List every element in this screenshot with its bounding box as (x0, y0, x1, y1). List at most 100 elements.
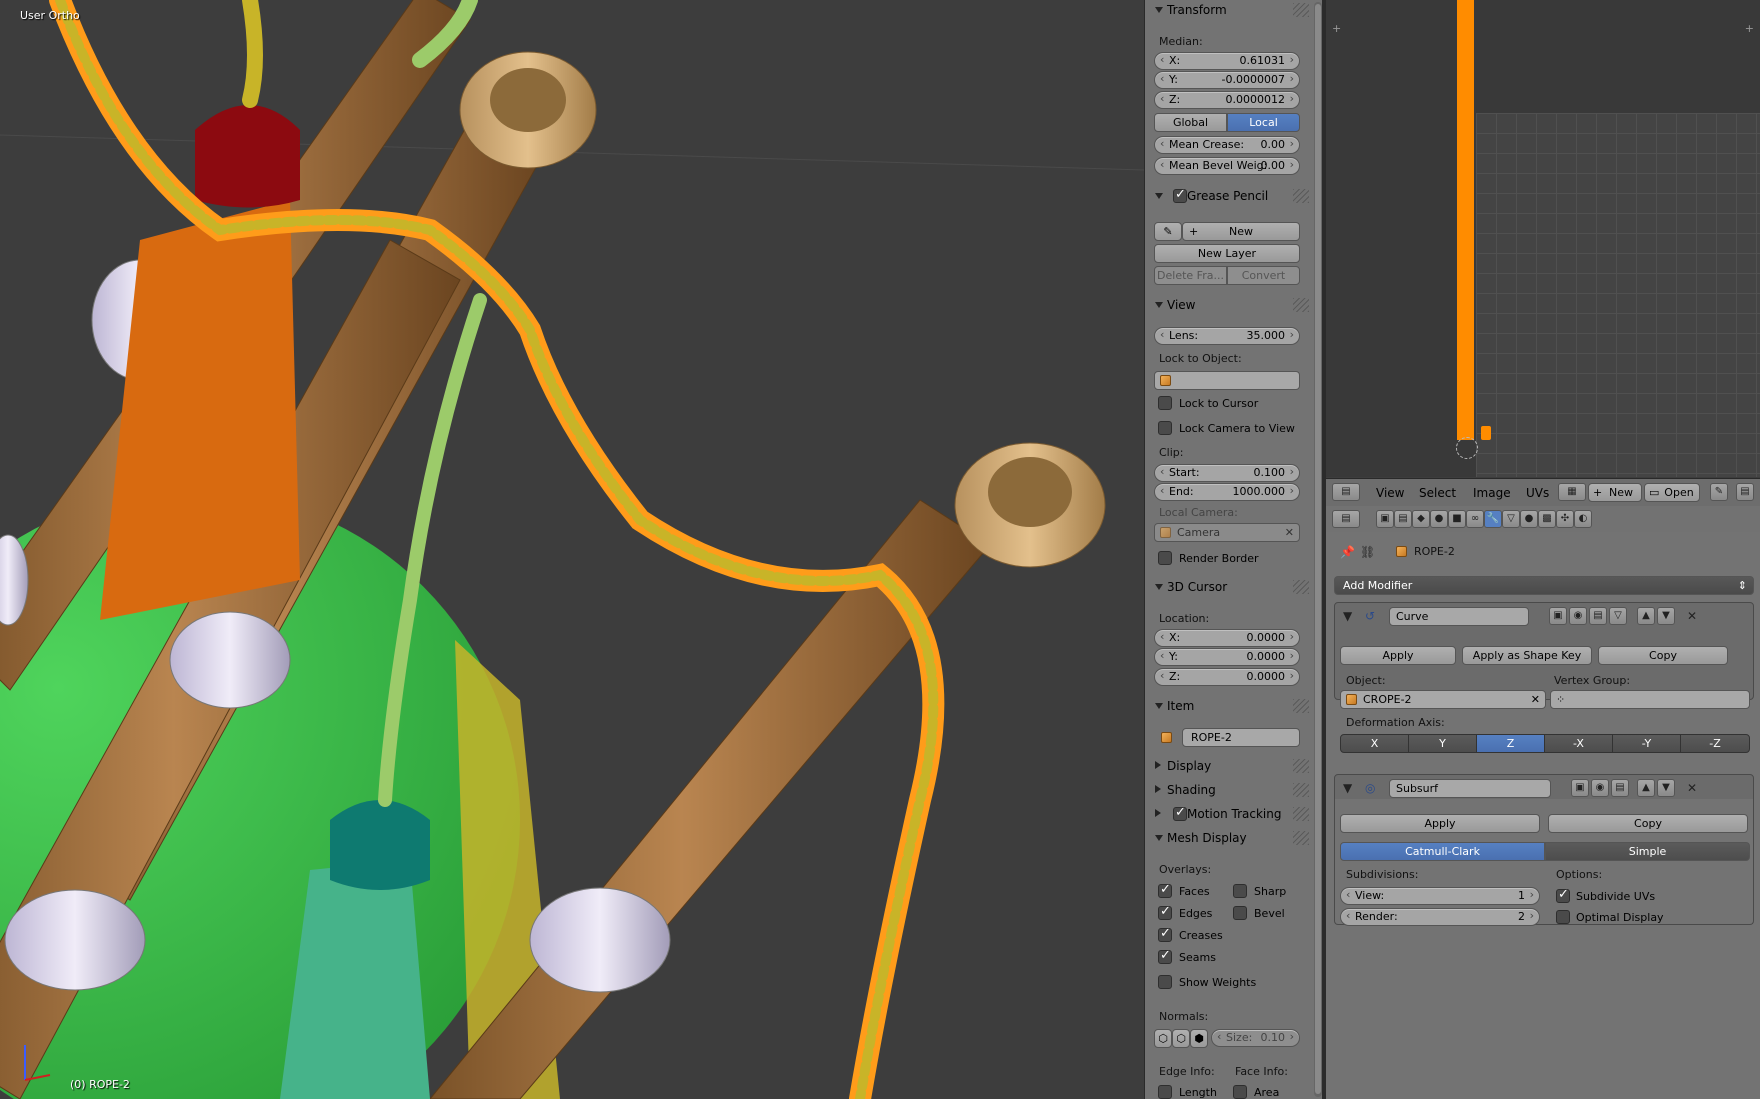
constraints-tab-icon[interactable]: ∞ (1466, 510, 1484, 528)
face-normals-icon[interactable]: ⬢ (1190, 1029, 1208, 1048)
editmode-toggle-icon[interactable]: ▤ (1589, 607, 1607, 625)
axis-neg-x-button[interactable]: -X (1544, 734, 1613, 753)
shelf-scrollbar[interactable] (1314, 2, 1322, 1097)
curve-object-field[interactable]: CROPE-2 ✕ (1340, 690, 1546, 709)
uv-select-menu[interactable]: Select (1419, 486, 1456, 500)
area-checkbox[interactable] (1233, 1085, 1247, 1099)
render-toggle-icon[interactable]: ▣ (1549, 607, 1567, 625)
clip-start-field[interactable]: Start:0.100 (1154, 464, 1300, 482)
curve-modifier-name-field[interactable]: Curve (1389, 607, 1529, 626)
open-image-button[interactable]: ▭ Open (1644, 483, 1700, 502)
curve-apply-button[interactable]: Apply (1340, 646, 1456, 665)
vertex-normals-icon[interactable]: ⬡ (1154, 1029, 1172, 1048)
curve-copy-button[interactable]: Copy (1598, 646, 1728, 665)
bevel-checkbox[interactable] (1233, 906, 1247, 920)
add-modifier-dropdown[interactable]: Add Modifier ⇕ (1334, 576, 1754, 595)
modifiers-tab-icon[interactable]: 🔧 (1484, 510, 1502, 528)
axis-neg-z-button[interactable]: -Z (1680, 734, 1750, 753)
data-tab-icon[interactable]: ▽ (1502, 510, 1520, 528)
editor-menu-icon[interactable]: ▤ (1736, 483, 1754, 501)
render-tab-icon[interactable]: ▣ (1376, 510, 1394, 528)
mean-bevel-field[interactable]: Mean Bevel Weig:0.00 (1154, 157, 1300, 175)
subsurf-modifier-name-field[interactable]: Subsurf (1389, 779, 1551, 798)
pin-icon[interactable]: 📌 (1340, 544, 1355, 560)
3d-cursor-panel-header[interactable]: 3D Cursor (1153, 577, 1309, 597)
median-z-field[interactable]: Z:0.0000012 (1154, 91, 1300, 109)
grease-pencil-datablock-icon[interactable]: ✎ (1154, 222, 1182, 241)
median-x-field[interactable]: X:0.61031 (1154, 52, 1300, 70)
physics-tab-icon[interactable]: ◐ (1574, 510, 1592, 528)
editor-type-icon[interactable]: ▤ (1332, 483, 1360, 501)
delete-frame-button[interactable]: Delete Fra... (1154, 266, 1227, 285)
edges-checkbox[interactable] (1158, 904, 1172, 920)
shading-panel-header[interactable]: Shading (1153, 780, 1309, 800)
pin-icon[interactable]: ✎ (1710, 483, 1728, 501)
convert-button[interactable]: Convert (1227, 266, 1300, 285)
lock-camera-checkbox[interactable] (1158, 421, 1172, 435)
mean-crease-field[interactable]: Mean Crease:0.00 (1154, 136, 1300, 154)
move-down-icon[interactable]: ▼ (1657, 779, 1675, 797)
realtime-toggle-icon[interactable]: ◉ (1591, 779, 1609, 797)
mesh-display-panel-header[interactable]: Mesh Display (1153, 828, 1309, 848)
item-panel-header[interactable]: Item (1153, 696, 1309, 716)
local-camera-field[interactable]: Camera ✕ (1154, 523, 1300, 542)
vertex-group-field[interactable]: ⁘ (1550, 690, 1750, 709)
view-panel-header[interactable]: View (1153, 295, 1309, 315)
creases-checkbox[interactable] (1158, 926, 1172, 942)
seams-checkbox[interactable] (1158, 948, 1172, 964)
transform-panel-header[interactable]: Transform (1153, 0, 1309, 20)
lock-to-cursor-checkbox[interactable] (1158, 396, 1172, 410)
collapse-arrow-icon[interactable]: ▼ (1343, 780, 1352, 796)
item-name-field[interactable]: ROPE-2 (1182, 728, 1300, 747)
local-toggle[interactable]: Local (1227, 113, 1300, 132)
sharp-checkbox[interactable] (1233, 884, 1247, 898)
collapse-arrow-icon[interactable]: ▼ (1343, 608, 1352, 624)
catmull-clark-toggle[interactable]: Catmull-Clark (1340, 842, 1545, 861)
cursor-x-field[interactable]: X:0.0000 (1154, 629, 1300, 647)
render-border-checkbox[interactable] (1158, 551, 1172, 565)
cursor-y-field[interactable]: Y:0.0000 (1154, 648, 1300, 666)
display-panel-header[interactable]: Display (1153, 756, 1309, 776)
uv-island[interactable] (1457, 0, 1474, 440)
curve-apply-shape-key-button[interactable]: Apply as Shape Key (1462, 646, 1592, 665)
show-weights-checkbox[interactable] (1158, 975, 1172, 989)
scene-tab-icon[interactable]: ◆ (1412, 510, 1430, 528)
uv-image-menu[interactable]: Image (1473, 486, 1511, 500)
simple-toggle[interactable]: Simple (1545, 842, 1750, 861)
remove-modifier-icon[interactable]: ✕ (1687, 780, 1697, 796)
3d-viewport[interactable]: User Ortho (0) ROPE-2 (0, 0, 1144, 1099)
global-toggle[interactable]: Global (1154, 113, 1227, 132)
motion-tracking-checkbox[interactable] (1173, 805, 1187, 821)
particles-tab-icon[interactable]: ✣ (1556, 510, 1574, 528)
editmode-toggle-icon[interactable]: ▤ (1611, 779, 1629, 797)
clear-field-icon[interactable]: ✕ (1531, 691, 1540, 708)
normals-size-field[interactable]: Size:0.10 (1211, 1029, 1300, 1047)
new-image-button[interactable]: + New (1588, 483, 1642, 502)
cage-toggle-icon[interactable]: ▽ (1609, 607, 1627, 625)
view-levels-field[interactable]: View:1 (1340, 887, 1540, 905)
cursor-z-field[interactable]: Z:0.0000 (1154, 668, 1300, 686)
axis-z-button[interactable]: Z (1476, 734, 1545, 753)
clear-field-icon[interactable]: ✕ (1285, 524, 1294, 541)
realtime-toggle-icon[interactable]: ◉ (1569, 607, 1587, 625)
remove-modifier-icon[interactable]: ✕ (1687, 608, 1697, 624)
lock-object-field[interactable] (1154, 371, 1300, 390)
clip-end-field[interactable]: End:1000.000 (1154, 483, 1300, 501)
lens-field[interactable]: Lens:35.000 (1154, 327, 1300, 345)
uv-uvs-menu[interactable]: UVs (1526, 486, 1549, 500)
move-down-icon[interactable]: ▼ (1657, 607, 1675, 625)
grease-pencil-checkbox[interactable] (1173, 187, 1187, 203)
render-toggle-icon[interactable]: ▣ (1571, 779, 1589, 797)
faces-checkbox[interactable] (1158, 882, 1172, 898)
grease-pencil-new-button[interactable]: + New (1182, 222, 1300, 241)
move-up-icon[interactable]: ▲ (1637, 779, 1655, 797)
length-checkbox[interactable] (1158, 1085, 1172, 1099)
axis-y-button[interactable]: Y (1408, 734, 1477, 753)
image-browse-icon[interactable]: ▦ (1558, 483, 1586, 501)
new-layer-button[interactable]: New Layer (1154, 244, 1300, 263)
material-tab-icon[interactable]: ● (1520, 510, 1538, 528)
axis-x-button[interactable]: X (1340, 734, 1409, 753)
properties-editor-type-icon[interactable]: ▤ (1332, 510, 1360, 528)
move-up-icon[interactable]: ▲ (1637, 607, 1655, 625)
median-y-field[interactable]: Y:-0.0000007 (1154, 71, 1300, 89)
